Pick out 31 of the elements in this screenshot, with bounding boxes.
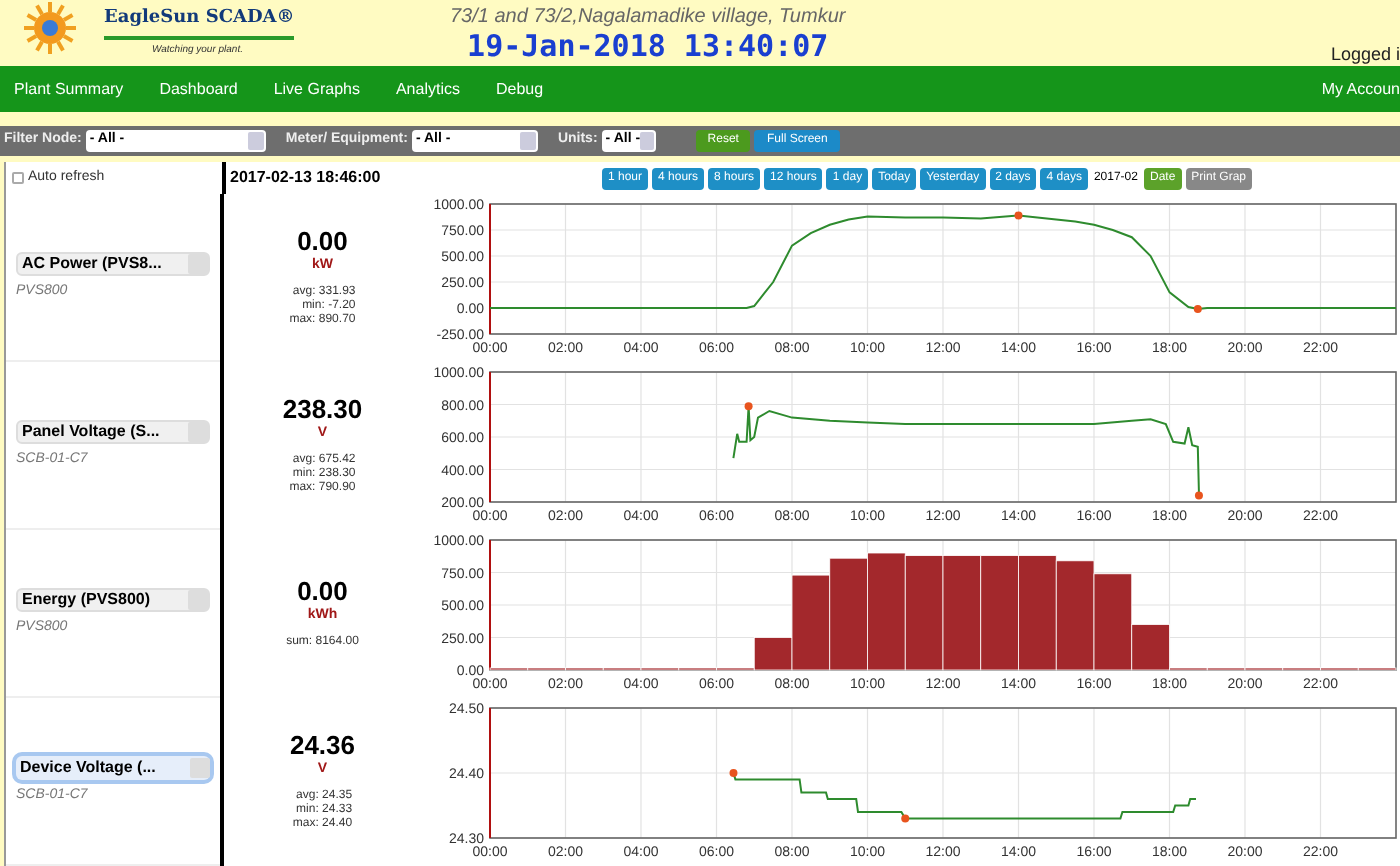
extreme-point-marker: [729, 769, 738, 777]
plant-address: 73/1 and 73/2,Nagalamadike village, Tumkur: [450, 6, 846, 30]
nav-link[interactable]: Analytics: [395, 77, 460, 101]
nav-link[interactable]: Debug: [495, 77, 544, 101]
data-bar: [904, 555, 944, 671]
channel-value: 238.30: [282, 396, 363, 424]
data-bar: [829, 557, 868, 671]
nav-link[interactable]: Live Graphs: [273, 77, 360, 101]
extreme-point-marker: [1193, 305, 1202, 314]
extreme-point-marker: [1014, 211, 1023, 220]
channel-value: 0.00: [297, 228, 348, 256]
extreme-point-marker: [901, 814, 910, 823]
data-bar: [980, 555, 1019, 671]
channel-value: 24.36: [289, 732, 356, 760]
channel-value: 0.00: [297, 578, 348, 606]
data-bar: [942, 555, 982, 671]
logged-in-label: Logged i: [1330, 42, 1400, 68]
data-bar: [1018, 555, 1057, 671]
brand-name: EagleSun SCADA®: [104, 6, 295, 39]
channel-select[interactable]: Energy (PVS800): [16, 587, 210, 612]
nav-link[interactable]: Plant Summary: [14, 77, 124, 101]
nav-link[interactable]: Dashboard: [159, 77, 238, 101]
current-datetime: 19-Jan-2018 13:40:07: [467, 30, 829, 64]
data-bar: [867, 552, 906, 671]
channel-select[interactable]: AC Power (PVS8...: [16, 251, 210, 276]
channel-select[interactable]: Panel Voltage (S...: [16, 419, 210, 444]
extreme-point-marker: [744, 402, 753, 411]
account-link[interactable]: My Accoun: [1321, 77, 1400, 101]
data-bar: [1055, 560, 1095, 671]
channel-select[interactable]: Device Voltage (...: [16, 755, 210, 780]
extreme-point-marker: [1194, 491, 1203, 500]
